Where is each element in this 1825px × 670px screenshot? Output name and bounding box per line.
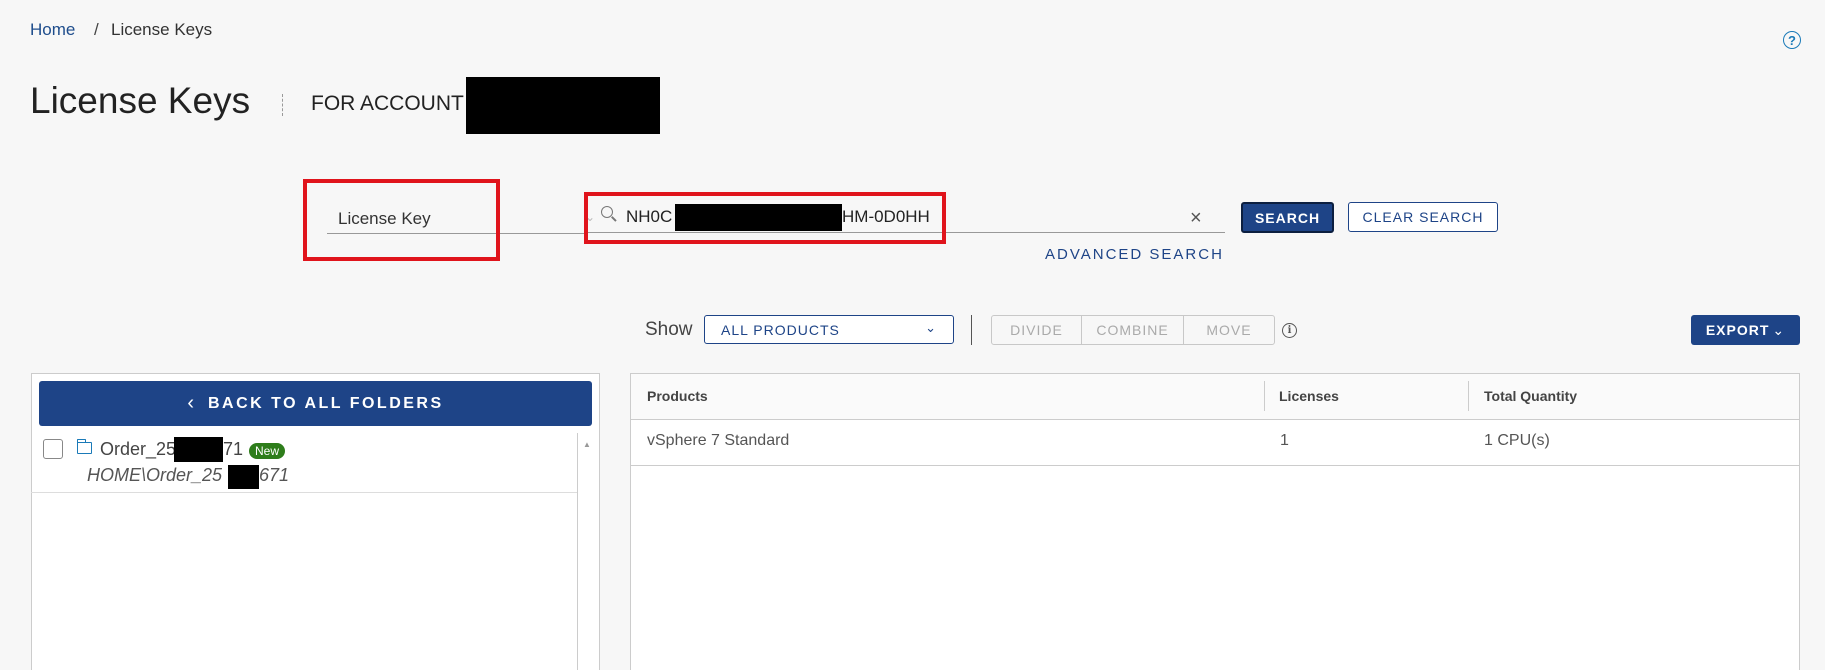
folder-row-divider: [31, 492, 577, 493]
folder-name-suffix[interactable]: 71: [223, 439, 243, 460]
back-to-all-folders-button[interactable]: ‹ BACK TO ALL FOLDERS: [39, 381, 592, 426]
folder-path-suffix: 671: [259, 465, 290, 485]
clear-input-icon[interactable]: ×: [1190, 208, 1202, 228]
info-icon[interactable]: i: [1282, 323, 1297, 338]
column-header-licenses[interactable]: Licenses: [1279, 388, 1339, 404]
cell-total-quantity: 1 CPU(s): [1484, 432, 1550, 449]
redacted-path-segment: [228, 465, 259, 489]
table-row-divider: [631, 465, 1799, 466]
products-filter-value: ALL PRODUCTS: [721, 322, 840, 338]
redacted-account-name: [466, 77, 660, 134]
highlight-search-input: [584, 192, 946, 244]
export-label: EXPORT: [1705, 322, 1770, 338]
new-badge: New: [249, 443, 286, 459]
show-label: Show: [645, 319, 693, 340]
scroll-up-icon[interactable]: ▲: [583, 440, 591, 449]
highlight-field-select: [303, 179, 500, 261]
folder-icon: [76, 439, 92, 454]
toolbar-divider: [971, 315, 972, 345]
divide-button[interactable]: DIVIDE: [992, 316, 1082, 344]
column-resize-handle[interactable]: [1468, 381, 1469, 411]
redacted-order-number: [174, 437, 223, 462]
column-resize-handle[interactable]: [1264, 381, 1265, 411]
advanced-search-link[interactable]: ADVANCED SEARCH: [1045, 246, 1224, 263]
chevron-down-icon: ⌄: [1772, 321, 1786, 338]
combine-button[interactable]: COMBINE: [1082, 316, 1184, 344]
folder-name-prefix[interactable]: Order_25: [100, 439, 176, 460]
page-title: License Keys: [30, 80, 251, 121]
account-label: FOR ACCOUNT: [311, 92, 464, 115]
folder-checkbox[interactable]: [43, 439, 63, 459]
breadcrumb-separator: /: [94, 20, 99, 39]
action-button-group: DIVIDE COMBINE MOVE: [991, 315, 1275, 345]
products-filter-select[interactable]: ALL PRODUCTS ⌄: [704, 315, 954, 344]
table-header: [631, 374, 1799, 420]
chevron-left-icon: ‹: [187, 392, 194, 414]
cell-product[interactable]: vSphere 7 Standard: [647, 432, 789, 450]
chevron-down-icon: ⌄: [925, 320, 937, 335]
title-divider: [282, 94, 283, 116]
cell-licenses: 1: [1280, 432, 1289, 449]
move-button[interactable]: MOVE: [1184, 316, 1274, 344]
help-icon[interactable]: ?: [1783, 31, 1801, 49]
clear-search-button[interactable]: CLEAR SEARCH: [1348, 202, 1498, 232]
folder-path-prefix: HOME\Order_25: [87, 465, 223, 485]
column-header-products[interactable]: Products: [647, 388, 708, 404]
breadcrumb-current: License Keys: [111, 20, 213, 39]
export-button[interactable]: EXPORT ⌄: [1691, 315, 1800, 345]
folder-scrollbar-track[interactable]: [577, 433, 578, 670]
column-header-total-quantity[interactable]: Total Quantity: [1484, 388, 1577, 404]
search-button[interactable]: SEARCH: [1241, 202, 1334, 233]
breadcrumb-home-link[interactable]: Home: [30, 20, 75, 40]
back-button-label: BACK TO ALL FOLDERS: [208, 394, 444, 412]
